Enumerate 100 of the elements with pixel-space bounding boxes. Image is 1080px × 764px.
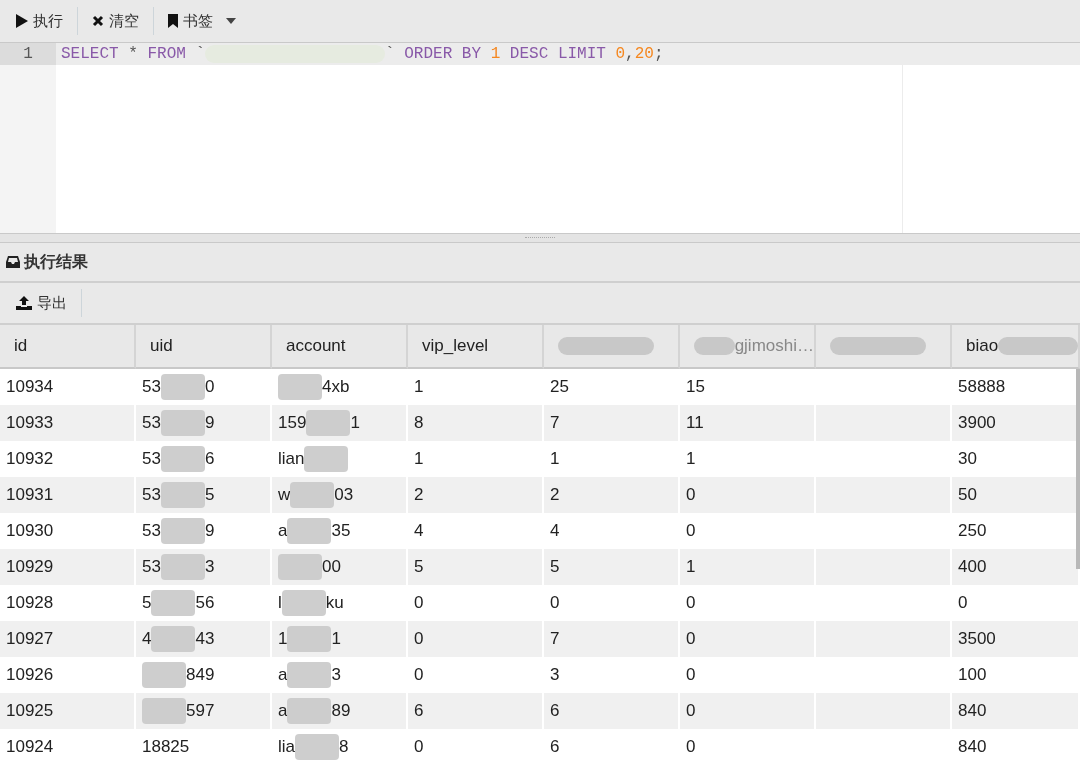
cell-text: 1 [350, 413, 360, 433]
close-icon [92, 15, 104, 27]
redaction-mark [160, 554, 205, 580]
cell-text: 53 [142, 485, 161, 505]
cell-text: 6 [204, 449, 215, 469]
line-number: 1 [0, 43, 56, 65]
cell-text: 5 [142, 593, 152, 613]
redaction-mark [278, 554, 322, 580]
column-header[interactable]: id [0, 325, 136, 369]
cell-text: 53 [142, 449, 161, 469]
cell-text: 53 [142, 413, 161, 433]
cell-text: l [278, 593, 282, 613]
cell-text: 8 [339, 737, 349, 757]
table-cell: 0 [680, 693, 816, 729]
cell-text: 0 [204, 377, 215, 397]
table-cell: 1 [680, 549, 816, 585]
play-icon [16, 14, 28, 28]
redaction-mark [290, 482, 335, 508]
panel-title: 执行结果 [24, 251, 88, 273]
header-text: biao [966, 336, 999, 356]
table-cell: 5 [408, 549, 544, 585]
cell-text: 597 [186, 701, 215, 721]
cell-text: 89 [331, 701, 351, 721]
column-header[interactable]: biao [952, 325, 1080, 369]
cell-text: 4 [142, 629, 152, 649]
table-cell: 2 [544, 477, 680, 513]
table-cell: 400 [952, 549, 1080, 585]
table-cell: 10929 [0, 549, 136, 585]
redaction-mark [151, 590, 196, 616]
cell-text: w [278, 485, 291, 505]
table-cell: 0 [680, 621, 816, 657]
redaction-mark [287, 626, 332, 652]
table-cell: 0 [680, 477, 816, 513]
cell-text: 9 [204, 521, 215, 541]
redaction-mark [287, 518, 332, 544]
cell-text: 5 [204, 485, 215, 505]
cell-text: 1 [278, 629, 288, 649]
table-cell: 10925 [0, 693, 136, 729]
cell-text: a [278, 665, 288, 685]
cell-text: a [278, 701, 288, 721]
cell-text: ku [325, 593, 344, 613]
redaction-mark [160, 518, 205, 544]
redaction-mark [304, 446, 349, 472]
redaction-mark [278, 374, 322, 400]
cell-text: 849 [186, 665, 215, 685]
column-header[interactable] [816, 325, 952, 369]
redaction-mark [160, 446, 205, 472]
cell-text: 35 [331, 521, 351, 541]
cell-text: 43 [195, 629, 215, 649]
redaction-mark [160, 410, 205, 436]
table-cell: 2 [408, 477, 544, 513]
cell-text: 3 [204, 557, 215, 577]
table-cell: 6 [408, 693, 544, 729]
column-header[interactable]: account [272, 325, 408, 369]
export-button[interactable]: 导出 [8, 288, 75, 318]
redaction-mark [160, 374, 205, 400]
redaction-mark [160, 482, 205, 508]
redaction-mark [151, 626, 196, 652]
table-cell: 7 [544, 621, 680, 657]
redaction-mark [142, 698, 186, 724]
cell-text: 03 [334, 485, 354, 505]
table-cell: 6 [544, 693, 680, 729]
cell-text: 4xb [322, 377, 350, 397]
table-cell: 7 [544, 405, 680, 441]
table-cell: 840 [952, 693, 1080, 729]
cell-text: 56 [195, 593, 215, 613]
cell-text: lian [278, 449, 305, 469]
clear-button[interactable]: 清空 [84, 6, 147, 36]
cell-text: 53 [142, 521, 161, 541]
table-cell: 8 [408, 405, 544, 441]
redaction-mark [295, 734, 339, 760]
column-header[interactable] [544, 325, 680, 369]
table-cell: 10933 [0, 405, 136, 441]
cell-text: 00 [322, 557, 341, 577]
table-cell: 10931 [0, 477, 136, 513]
upload-icon [16, 296, 32, 310]
cell-text: 159 [278, 413, 307, 433]
redaction-mark [694, 337, 735, 355]
redaction-mark [142, 662, 186, 688]
cell-text: 53 [142, 557, 161, 577]
redaction-mark [287, 662, 332, 688]
table-cell: 11 [680, 405, 816, 441]
table-cell: 3500 [952, 621, 1080, 657]
cell-text: 1 [331, 629, 341, 649]
redaction-mark [281, 590, 326, 616]
redaction-mark [306, 410, 351, 436]
cell-text: lia [278, 737, 295, 757]
cell-text: a [278, 521, 288, 541]
run-button[interactable]: 执行 [8, 6, 71, 36]
cell-text: 53 [142, 377, 161, 397]
table-cell: 5 [544, 549, 680, 585]
cell-text: 9 [204, 413, 215, 433]
bookmark-button[interactable]: 书签 [160, 6, 244, 36]
header-text: gjimoshi… [734, 336, 814, 356]
table-cell: 10927 [0, 621, 136, 657]
column-header[interactable]: uid [136, 325, 272, 369]
inbox-icon [6, 256, 20, 268]
column-header[interactable]: vip_level [408, 325, 544, 369]
caret-icon [226, 18, 236, 24]
cell-text: 3 [331, 665, 341, 685]
